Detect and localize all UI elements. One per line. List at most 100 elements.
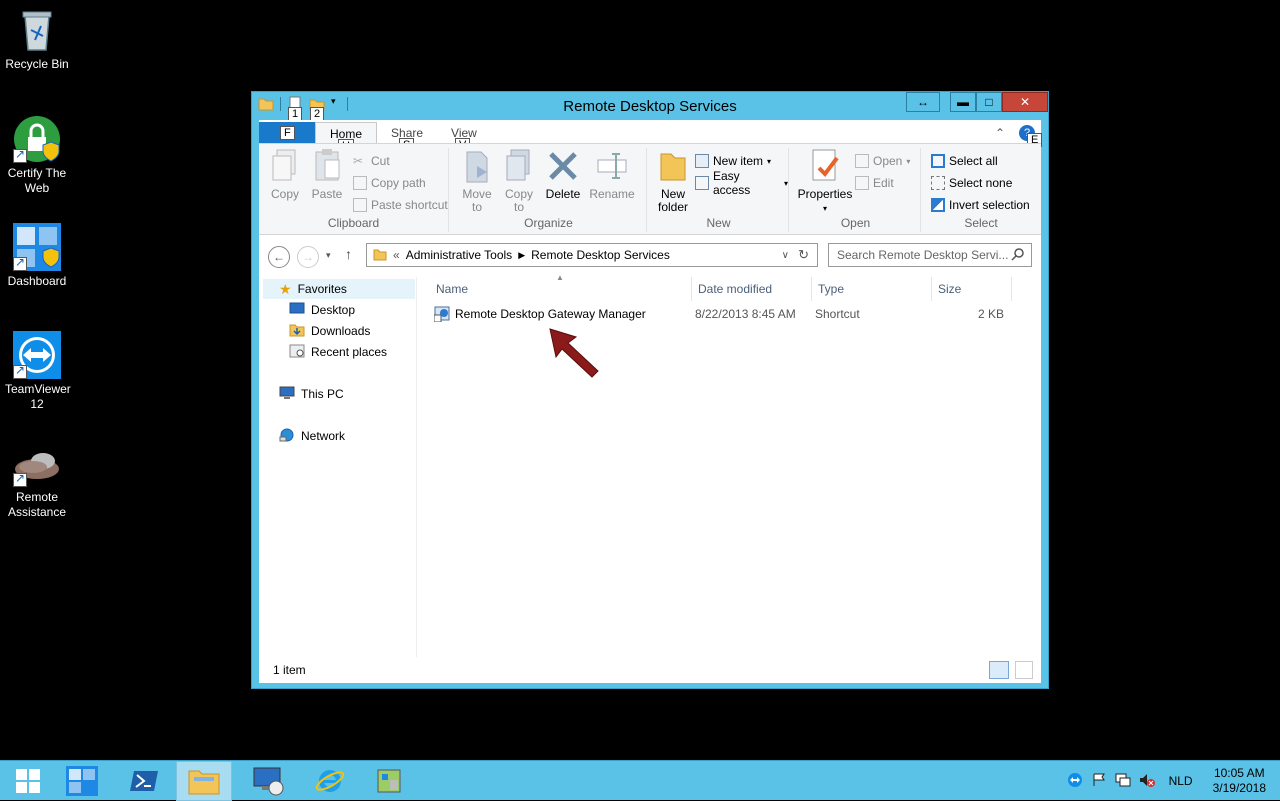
- copy-path-icon: [353, 176, 367, 190]
- taskbar-internet-explorer[interactable]: [302, 761, 358, 801]
- taskbar-server-manager[interactable]: [54, 761, 110, 801]
- language-indicator[interactable]: NLD: [1169, 774, 1193, 788]
- recent-locations-dropdown[interactable]: ▾: [326, 250, 331, 261]
- system-tray: NLD 10:05 AM 3/19/2018: [1067, 761, 1280, 801]
- back-button[interactable]: ←: [268, 246, 290, 268]
- tab-view[interactable]: View V: [437, 122, 491, 152]
- nav-label: Downloads: [311, 324, 371, 338]
- shortcut-arrow-icon: [13, 255, 27, 271]
- shortcut-arrow-icon: [13, 147, 27, 163]
- desktop-icon-recycle-bin[interactable]: Recycle Bin: [0, 6, 74, 72]
- tab-share[interactable]: Share S: [377, 122, 437, 152]
- new-item-icon: [695, 154, 709, 168]
- desktop-icon-certify[interactable]: Certify The Web: [0, 115, 74, 196]
- file-name: Remote Desktop Gateway Manager: [455, 307, 646, 321]
- clock[interactable]: 10:05 AM 3/19/2018: [1213, 766, 1266, 796]
- nav-label: Recent places: [311, 345, 388, 359]
- up-button[interactable]: ↑: [345, 246, 352, 262]
- address-prefix[interactable]: «: [393, 248, 400, 262]
- taskbar-powershell[interactable]: [116, 761, 172, 801]
- group-select: Select all Select none Invert selection …: [923, 148, 1039, 232]
- nav-favorites[interactable]: ★ Favorites: [263, 279, 415, 299]
- paste-shortcut-icon: [353, 198, 367, 212]
- nav-recent-places[interactable]: Recent places: [289, 342, 387, 362]
- copy-button[interactable]: Copy: [267, 148, 303, 201]
- clock-date: 3/19/2018: [1212, 781, 1266, 795]
- desktop-icon-label: TeamViewer 12: [5, 382, 71, 411]
- nav-desktop[interactable]: Desktop: [289, 300, 355, 320]
- maximize-button[interactable]: □: [976, 92, 1002, 112]
- properties-button[interactable]: Properties ▾: [795, 148, 855, 215]
- new-folder-button[interactable]: New folder: [653, 148, 693, 214]
- tab-file[interactable]: F: [259, 122, 315, 144]
- group-new: New folder New item ▾ Easy access ▾ New: [649, 148, 789, 232]
- collapse-ribbon-icon[interactable]: ⌃: [995, 126, 1005, 140]
- select-all-button[interactable]: Select all: [931, 152, 998, 170]
- invert-selection-button[interactable]: Invert selection: [931, 196, 1030, 214]
- remote-assistance-icon: [13, 439, 61, 487]
- column-header-type[interactable]: Type: [812, 277, 932, 301]
- tab-home[interactable]: Home H: [315, 122, 378, 153]
- file-explorer-icon: [188, 770, 220, 795]
- easy-access-button[interactable]: Easy access ▾: [695, 169, 788, 197]
- large-icons-view-icon[interactable]: [1015, 661, 1033, 679]
- new-folder-icon: [657, 148, 689, 184]
- desktop-icon-remote-assistance[interactable]: Remote Assistance: [0, 439, 74, 520]
- paste-shortcut-button[interactable]: Paste shortcut: [353, 196, 448, 214]
- paste-button[interactable]: Paste: [309, 148, 345, 201]
- action-center-flag-icon[interactable]: [1091, 772, 1107, 791]
- move-to-button[interactable]: Move to: [459, 148, 495, 214]
- open-button[interactable]: Open ▾: [855, 152, 910, 170]
- nav-downloads[interactable]: Downloads: [289, 321, 370, 341]
- folder-icon: [373, 247, 387, 264]
- cut-button[interactable]: ✂ Cut: [353, 152, 390, 170]
- button-label: Cut: [371, 154, 390, 168]
- button-label: Paste shortcut: [371, 198, 448, 212]
- new-item-button[interactable]: New item ▾: [695, 152, 771, 170]
- taskbar-remote-desktop[interactable]: [240, 761, 296, 801]
- address-dropdown-icon[interactable]: ∨: [782, 250, 789, 261]
- nav-network[interactable]: Network: [279, 426, 345, 446]
- select-none-button[interactable]: Select none: [931, 174, 1012, 192]
- nav-label: Favorites: [297, 282, 347, 296]
- copy-to-button[interactable]: Copy to: [501, 148, 537, 214]
- file-size: 2 KB: [978, 307, 1005, 321]
- column-header-name[interactable]: Name: [430, 277, 692, 301]
- minimize-button[interactable]: ▬: [950, 92, 976, 112]
- snap-button[interactable]: ↔: [906, 92, 940, 112]
- refresh-icon[interactable]: ↻: [798, 247, 809, 263]
- breadcrumb-separator-icon[interactable]: ▶: [518, 250, 525, 261]
- address-segment-remote-desktop-services[interactable]: Remote Desktop Services: [531, 248, 670, 262]
- edit-button[interactable]: Edit: [855, 174, 894, 192]
- file-row[interactable]: Remote Desktop Gateway Manager 8/22/2013…: [430, 303, 1014, 325]
- desktop-icon-dashboard[interactable]: Dashboard: [0, 223, 74, 289]
- desktop-icon-teamviewer[interactable]: TeamViewer 12: [0, 331, 74, 412]
- delete-button[interactable]: Delete: [543, 148, 583, 201]
- explorer-window: 1 2 ▾ Remote Desktop Services ↔ ▬ □ ✕ F …: [251, 91, 1049, 689]
- teamviewer-tray-icon[interactable]: [1067, 772, 1083, 791]
- close-button[interactable]: ✕: [1002, 92, 1048, 112]
- taskbar-file-explorer[interactable]: [176, 761, 232, 801]
- invert-selection-icon: [931, 198, 945, 212]
- nav-this-pc[interactable]: This PC: [279, 384, 344, 404]
- help-icon[interactable]: ? E: [1019, 125, 1043, 147]
- network-tray-icon[interactable]: [1115, 772, 1131, 791]
- search-icon[interactable]: [1011, 247, 1025, 264]
- search-box[interactable]: Search Remote Desktop Servi...: [828, 243, 1032, 267]
- column-header-date[interactable]: Date modified: [692, 277, 812, 301]
- shortcut-app-icon: [433, 306, 450, 329]
- title-bar[interactable]: 1 2 ▾ Remote Desktop Services ↔ ▬ □ ✕: [252, 92, 1048, 121]
- volume-muted-icon[interactable]: [1139, 772, 1155, 791]
- navigation-bar: ← → ▾ ↑ « Administrative Tools ▶ Remote …: [259, 236, 1041, 276]
- search-input[interactable]: Search Remote Desktop Servi...: [837, 248, 1008, 262]
- address-bar[interactable]: « Administrative Tools ▶ Remote Desktop …: [366, 243, 818, 267]
- copy-path-button[interactable]: Copy path: [353, 174, 426, 192]
- details-view-icon[interactable]: [989, 661, 1009, 679]
- address-segment-administrative-tools[interactable]: Administrative Tools: [406, 248, 513, 262]
- star-icon: ★: [279, 280, 292, 297]
- start-button[interactable]: [0, 761, 56, 801]
- forward-button[interactable]: →: [297, 246, 319, 268]
- column-header-size[interactable]: Size: [932, 277, 1012, 301]
- taskbar-network-tool[interactable]: [362, 761, 418, 801]
- rename-button[interactable]: Rename: [587, 148, 637, 201]
